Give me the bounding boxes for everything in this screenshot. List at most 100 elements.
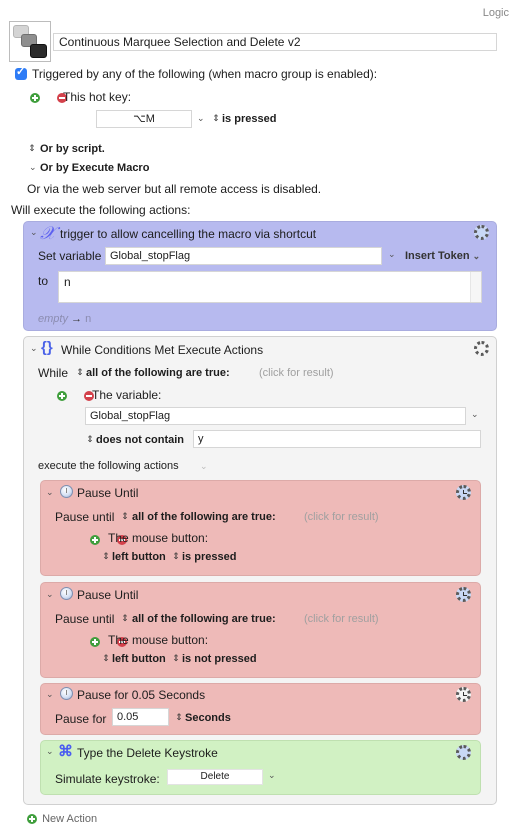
unit-select[interactable]: Seconds: [185, 712, 231, 724]
new-action-label: New Action: [42, 813, 98, 825]
condition-variable-field[interactable]: Global_stopFlag: [85, 407, 466, 425]
macro-icon[interactable]: [9, 21, 51, 62]
action-title[interactable]: trigger to allow cancelling the macro vi…: [60, 227, 316, 241]
button-updown-icon[interactable]: ⇕: [102, 653, 110, 664]
add-condition-icon[interactable]: [90, 636, 101, 647]
add-action-icon: [27, 814, 37, 825]
to-value-field[interactable]: n: [58, 271, 482, 303]
condition-variable-chevron-icon[interactable]: ⌄: [471, 409, 479, 420]
command-key-icon: ⌘: [58, 743, 73, 760]
checkmark-icon: ✓: [16, 66, 26, 78]
by-execute-macro-toggle[interactable]: Or by Execute Macro: [40, 162, 149, 174]
click-for-result[interactable]: (click for result): [304, 613, 379, 625]
to-value-text: n: [64, 275, 71, 289]
operator-select[interactable]: does not contain: [96, 434, 184, 446]
condition-mode-updown-icon[interactable]: ⇕: [121, 613, 129, 624]
triggered-label: Triggered by any of the following (when …: [32, 67, 378, 81]
variable-dropdown-chevron-icon[interactable]: ⌄: [388, 249, 396, 260]
state-updown-icon[interactable]: ⇕: [172, 653, 180, 664]
click-for-result[interactable]: (click for result): [304, 511, 379, 523]
unit-updown-icon[interactable]: ⇕: [175, 712, 183, 723]
collapse-chevron-icon[interactable]: ⌄: [46, 746, 54, 757]
condition-mode-select[interactable]: all of the following are true:: [132, 511, 276, 523]
to-value-scrollbar[interactable]: [470, 272, 481, 302]
collapse-chevron-icon[interactable]: ⌄: [30, 227, 38, 238]
preview-value: n: [85, 313, 92, 325]
mouse-state-select[interactable]: is not pressed: [182, 653, 257, 665]
keycap-icon-3: [30, 44, 47, 58]
condition-mode-updown-icon[interactable]: ⇕: [121, 511, 129, 522]
add-trigger-icon[interactable]: [30, 93, 40, 104]
mouse-button-select[interactable]: left button: [112, 653, 166, 665]
simulate-keystroke-label: Simulate keystroke:: [55, 772, 160, 786]
action-title[interactable]: Pause Until: [77, 486, 138, 500]
insert-token-label: Insert Token: [405, 250, 470, 262]
pause-until-label: Pause until: [55, 612, 115, 626]
keystroke-dropdown-chevron-icon[interactable]: ⌄: [268, 770, 276, 781]
while-label: While: [38, 366, 69, 380]
hotkey-dropdown-chevron-icon[interactable]: ⌄: [197, 113, 205, 124]
pause-until-label: Pause until: [55, 510, 115, 524]
gear-icon[interactable]: [456, 687, 471, 702]
type-keystroke-action[interactable]: ⌄ ⌘ Type the Delete Keystroke Simulate k…: [40, 740, 481, 795]
collapse-chevron-icon[interactable]: ⌄: [46, 589, 54, 600]
hotkey-condition-select[interactable]: is pressed: [222, 113, 276, 125]
collapse-chevron-icon[interactable]: ⌄: [30, 343, 38, 354]
collapse-chevron-icon[interactable]: ⌄: [46, 689, 54, 700]
keystroke-field[interactable]: Delete: [167, 769, 263, 785]
new-action-button[interactable]: New Action: [27, 813, 97, 825]
braces-icon: {}: [41, 339, 53, 356]
clock-icon: [60, 687, 73, 700]
pause-until-action[interactable]: ⌄ Pause Until Pause until ⇕ all of the f…: [40, 582, 481, 678]
condition-type-label: The variable:: [92, 388, 162, 402]
gear-icon[interactable]: [474, 225, 489, 240]
hotkey-label: This hot key:: [63, 90, 132, 104]
macro-name-field[interactable]: Continuous Marquee Selection and Delete …: [53, 33, 497, 51]
to-label: to: [38, 274, 49, 288]
operator-updown-icon[interactable]: ⇕: [86, 434, 94, 445]
gear-icon[interactable]: [456, 587, 471, 602]
condition-mode-select[interactable]: all of the following are true:: [132, 613, 276, 625]
execute-chevron-icon[interactable]: ⌄: [200, 461, 208, 472]
pause-duration-field[interactable]: 0.05: [112, 708, 169, 726]
action-title[interactable]: Pause for 0.05 Seconds: [77, 688, 205, 702]
add-condition-icon[interactable]: [57, 391, 67, 402]
button-updown-icon[interactable]: ⇕: [102, 551, 110, 562]
state-updown-icon[interactable]: ⇕: [172, 551, 180, 562]
hotkey-field[interactable]: ⌥M: [96, 110, 192, 128]
gear-icon[interactable]: [474, 341, 489, 356]
condition-mode-select[interactable]: all of the following are true:: [86, 367, 230, 379]
collapse-chevron-icon[interactable]: ⌄: [46, 487, 54, 498]
enabled-checkbox[interactable]: ✓: [15, 66, 27, 80]
pause-for-action[interactable]: ⌄ Pause for 0.05 Seconds Pause for 0.05 …: [40, 683, 481, 735]
mouse-state-select[interactable]: is pressed: [182, 551, 236, 563]
by-script-toggle[interactable]: Or by script.: [40, 143, 105, 155]
gear-icon[interactable]: [456, 485, 471, 500]
pause-until-action[interactable]: ⌄ Pause Until Pause until ⇕ all of the f…: [40, 480, 481, 576]
add-condition-icon[interactable]: [90, 534, 101, 545]
variable-name-field[interactable]: Global_stopFlag: [105, 247, 382, 265]
operand-field[interactable]: y: [193, 430, 481, 448]
action-title[interactable]: Pause Until: [77, 588, 138, 602]
insert-token-button[interactable]: Insert Token ⌄: [405, 250, 480, 262]
web-server-text: Or via the web server but all remote acc…: [27, 182, 322, 196]
execute-macro-chevron-icon[interactable]: ⌄: [29, 162, 37, 173]
actions-heading: Will execute the following actions:: [11, 203, 191, 217]
hotkey-condition-updown-icon[interactable]: ⇕: [212, 113, 220, 124]
result-preview: empty → n: [38, 313, 91, 325]
macro-group-label: Logic: [482, 7, 509, 19]
while-action[interactable]: ⌄ {} While Conditions Met Execute Action…: [23, 336, 497, 805]
clock-icon: [60, 485, 73, 498]
gear-icon[interactable]: [456, 745, 471, 760]
condition-mode-updown-icon[interactable]: ⇕: [76, 367, 84, 378]
preview-arrow: →: [71, 313, 83, 325]
condition-type-label: The mouse button:: [108, 633, 209, 647]
by-script-updown-icon[interactable]: ⇕: [28, 143, 36, 154]
mouse-button-select[interactable]: left button: [112, 551, 166, 563]
set-variable-label: Set variable: [38, 249, 102, 263]
pause-for-label: Pause for: [55, 712, 107, 726]
action-title[interactable]: While Conditions Met Execute Actions: [61, 343, 263, 357]
set-variable-action[interactable]: ⌄ 𝒳 trigger to allow cancelling the macr…: [23, 221, 497, 331]
click-for-result[interactable]: (click for result): [259, 367, 334, 379]
action-title[interactable]: Type the Delete Keystroke: [77, 746, 218, 760]
